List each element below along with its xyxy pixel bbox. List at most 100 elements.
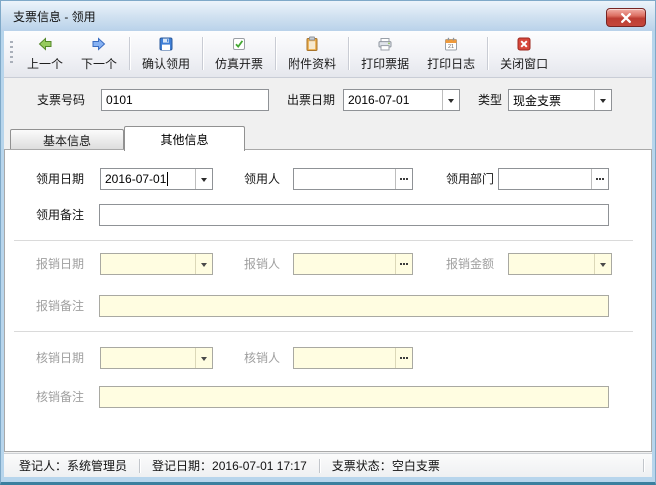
toolbar-button-label: 确认领用: [142, 55, 190, 72]
dropdown-arrow-icon[interactable]: [195, 169, 212, 189]
dropdown-arrow-glyph: [201, 178, 207, 185]
ellipsis-icon[interactable]: [591, 169, 608, 189]
window-body: 上一个 下一个 确认领用: [4, 31, 652, 477]
ellipsis-glyph: [403, 178, 405, 180]
writeoff-remark-label: 核销备注: [36, 386, 84, 408]
dropdown-arrow-glyph: [201, 263, 207, 270]
check-number-input[interactable]: 0101: [101, 89, 269, 111]
check-info-window: 支票信息 - 领用 上一个 下一个: [0, 0, 656, 485]
registrant-value: 系统管理员: [67, 457, 127, 474]
check-status-value: 空白支票: [392, 457, 440, 474]
window-title: 支票信息 - 领用: [13, 8, 606, 25]
issue-date-combo[interactable]: 2016-07-01: [343, 89, 460, 111]
toolbar-button-print-log[interactable]: 21 打印日志: [418, 33, 484, 74]
text-caret: [167, 172, 168, 186]
toolbar-separator: [275, 37, 276, 70]
issue-date-value: 2016-07-01: [348, 93, 409, 107]
statusbar-grip: [643, 459, 644, 472]
dropdown-arrow-glyph: [600, 99, 606, 106]
arrow-right-icon: [91, 36, 107, 52]
reimburse-person-field: [293, 253, 413, 275]
toolbar-button-label: 仿真开票: [215, 55, 263, 72]
toolbar-button-print-receipt[interactable]: 打印票据: [352, 33, 418, 74]
claim-dept-field[interactable]: [498, 168, 609, 190]
toolbar-separator: [129, 37, 130, 70]
section-separator: [14, 240, 633, 241]
writeoff-remark-input: [99, 386, 609, 408]
tab-label: 基本信息: [43, 132, 91, 149]
type-label: 类型: [478, 89, 502, 111]
ellipsis-icon[interactable]: [395, 169, 412, 189]
reimburse-remark-input: [99, 295, 609, 317]
tab-other-info[interactable]: 其他信息: [124, 126, 245, 151]
claim-person-field[interactable]: [293, 168, 413, 190]
toolbar-button-label: 上一个: [27, 55, 63, 72]
issue-date-label: 出票日期: [287, 89, 335, 111]
save-icon: [158, 36, 174, 52]
reimburse-person-label: 报销人: [230, 253, 280, 275]
dropdown-arrow-icon: [594, 254, 611, 274]
tab-basic-info[interactable]: 基本信息: [10, 129, 124, 150]
statusbar-separator: [319, 459, 320, 473]
check-number-value: 0101: [106, 93, 133, 107]
reimburse-date-combo: [100, 253, 213, 275]
register-date-label: 登记日期：: [152, 457, 212, 474]
statusbar-separator: [139, 459, 140, 473]
reimburse-amount-label: 报销金额: [426, 253, 494, 275]
dropdown-arrow-glyph: [201, 357, 207, 364]
claim-date-combo[interactable]: 2016-07-01: [100, 168, 213, 190]
toolbar-button-label: 关闭窗口: [500, 55, 548, 72]
dropdown-arrow-icon[interactable]: [594, 90, 611, 110]
toolbar-button-label: 下一个: [81, 55, 117, 72]
registrant-label: 登记人：: [19, 457, 67, 474]
toolbar-button-previous[interactable]: 上一个: [18, 33, 72, 74]
toolbar-separator: [487, 37, 488, 70]
toolbar-separator: [348, 37, 349, 70]
section-separator: [14, 331, 633, 332]
arrow-left-icon: [37, 36, 53, 52]
dropdown-arrow-icon: [195, 254, 212, 274]
ellipsis-glyph: [403, 357, 405, 359]
writeoff-person-field: [293, 347, 413, 369]
reimburse-remark-label: 报销备注: [36, 295, 84, 317]
toolbar: 上一个 下一个 确认领用: [4, 31, 652, 78]
toolbar-button-label: 打印票据: [361, 55, 409, 72]
claim-person-label: 领用人: [230, 168, 280, 190]
content-area: 支票号码 0101 出票日期 2016-07-01 类型 现金支票 基本信息 其…: [4, 78, 652, 453]
toolbar-button-label: 打印日志: [427, 55, 475, 72]
ellipsis-icon: [395, 254, 412, 274]
check-status-label: 支票状态：: [332, 457, 392, 474]
toolbar-grip[interactable]: [10, 41, 13, 66]
statusbar: 登记人： 系统管理员 登记日期： 2016-07-01 17:17 支票状态： …: [4, 453, 652, 477]
claim-remark-input[interactable]: [99, 204, 609, 226]
window-close-icon: [620, 13, 632, 23]
type-combo[interactable]: 现金支票: [508, 89, 612, 111]
toolbar-separator: [202, 37, 203, 70]
reimburse-date-label: 报销日期: [36, 253, 84, 275]
writeoff-date-label: 核销日期: [36, 347, 84, 369]
other-info-tabpage: 领用日期 2016-07-01 领用人 领用部门 领用备注: [4, 149, 652, 452]
print-icon: [377, 36, 393, 52]
dropdown-arrow-icon[interactable]: [442, 90, 459, 110]
claim-date-label: 领用日期: [36, 168, 84, 190]
reimburse-amount-combo: [508, 253, 612, 275]
writeoff-person-label: 核销人: [230, 347, 280, 369]
calendar-day-text: 21: [448, 44, 454, 50]
toolbar-button-attachments[interactable]: 附件资料: [279, 33, 345, 74]
window-close-button[interactable]: [606, 8, 646, 27]
attachment-icon: [304, 36, 320, 52]
check-number-label: 支票号码: [37, 89, 85, 111]
window-bottom-border: [1, 477, 655, 482]
dropdown-arrow-glyph: [600, 263, 606, 270]
toolbar-button-simulate-invoice[interactable]: 仿真开票: [206, 33, 272, 74]
ellipsis-glyph: [599, 178, 601, 180]
toolbar-button-next[interactable]: 下一个: [72, 33, 126, 74]
ellipsis-icon: [395, 348, 412, 368]
toolbar-button-label: 附件资料: [288, 55, 336, 72]
claim-date-value: 2016-07-01: [105, 172, 166, 186]
toolbar-button-close-window[interactable]: 关闭窗口: [491, 33, 557, 74]
toolbar-button-confirm-claim[interactable]: 确认领用: [133, 33, 199, 74]
ellipsis-glyph: [403, 263, 405, 265]
writeoff-date-combo: [100, 347, 213, 369]
print-log-icon: 21: [443, 36, 459, 52]
